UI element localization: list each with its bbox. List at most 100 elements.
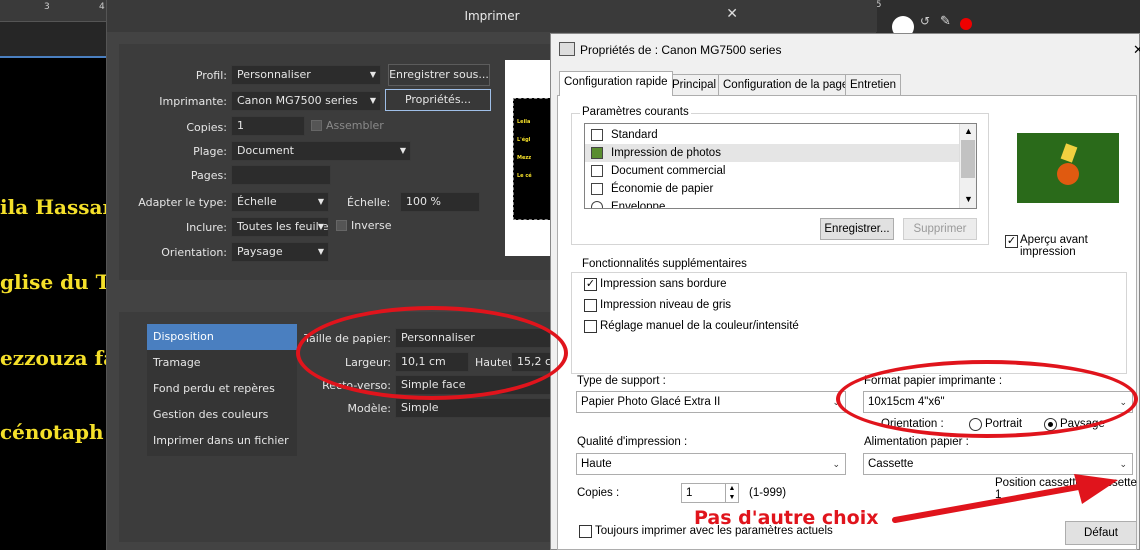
niveau-gris-checkbox[interactable] <box>584 299 597 312</box>
assembler-checkbox[interactable] <box>311 120 322 131</box>
list-item[interactable]: Document commercial <box>585 162 959 180</box>
scroll-up-icon[interactable]: ▲ <box>964 126 973 136</box>
fonctionnalites-label: Fonctionnalités supplémentaires <box>580 258 749 270</box>
copies-input[interactable]: 1 <box>231 116 305 136</box>
reglage-couleur-label: Réglage manuel de la couleur/intensité <box>600 320 799 332</box>
document-header <box>0 22 106 58</box>
list-item[interactable]: Standard <box>585 126 959 144</box>
highlight-ellipse <box>296 306 568 400</box>
chevron-down-icon: ⌄ <box>832 459 840 469</box>
eyedropper-icon[interactable]: ✎ <box>940 14 951 29</box>
pages-label: Pages: <box>190 169 227 182</box>
chevron-down-icon: ▼ <box>317 197 324 206</box>
niveau-gris-label: Impression niveau de gris <box>600 299 732 311</box>
chevron-down-icon: ▼ <box>317 218 324 236</box>
copies-stepper[interactable]: ▲ ▼ <box>725 484 738 502</box>
orientation-label: Orientation: <box>161 246 227 259</box>
apercu-checkbox[interactable]: ✓ <box>1005 235 1018 248</box>
preview-text: Mezz <box>517 155 532 161</box>
butterfly-icon <box>1060 143 1078 163</box>
echelle-input[interactable]: 100 % <box>400 192 480 212</box>
apercu-label: Aperçu avant impression <box>1020 234 1088 258</box>
echelle-label: Échelle: <box>347 196 391 209</box>
nav-item-fond-perdu[interactable]: Fond perdu et repères <box>147 376 297 402</box>
inclure-select[interactable]: Toutes les feuille ▼ <box>231 217 329 237</box>
type-support-label: Type de support : <box>577 375 666 387</box>
nav-item-couleurs[interactable]: Gestion des couleurs <box>147 402 297 428</box>
reglage-couleur-checkbox[interactable] <box>584 320 597 333</box>
list-item[interactable]: Impression de photos <box>585 144 959 162</box>
printer-select[interactable]: Canon MG7500 series ▼ <box>231 91 381 111</box>
category-nav: Disposition Tramage Fond perdu et repère… <box>147 324 297 456</box>
red-arrow-icon <box>892 474 1118 523</box>
supprimer-button[interactable]: Supprimer <box>903 218 977 240</box>
list-item[interactable]: Enveloppe <box>585 198 959 208</box>
nav-item-tramage[interactable]: Tramage <box>147 350 297 376</box>
scroll-down-icon[interactable]: ▼ <box>964 194 973 204</box>
qualite-label: Qualité d'impression : <box>577 436 688 448</box>
scroll-thumb[interactable] <box>961 140 975 178</box>
modele-select[interactable]: Simple <box>395 398 551 418</box>
list-item[interactable]: Économie de papier <box>585 180 959 198</box>
photo-preview <box>1017 133 1119 203</box>
paper-saving-icon <box>591 183 603 195</box>
highlight-ellipse <box>836 360 1138 438</box>
inverse-checkbox[interactable] <box>336 220 347 231</box>
qualite-select[interactable]: Haute ⌄ <box>576 453 846 475</box>
orientation-select[interactable]: Paysage ▼ <box>231 242 329 262</box>
document-text-line: ila Hassan <box>0 195 117 219</box>
background-document: 3 4 ila Hassan glise du T ezzouza fal cé… <box>0 0 124 550</box>
alimentation-label: Alimentation papier : <box>864 436 969 448</box>
save-as-button[interactable]: Enregistrer sous... <box>388 64 490 86</box>
chevron-down-icon: ▼ <box>369 96 376 105</box>
pages-input[interactable] <box>231 165 331 185</box>
copies-label: Copies: <box>186 121 227 134</box>
ruler: 3 4 <box>0 0 106 22</box>
tab-configuration-rapide[interactable]: Configuration rapide <box>559 71 673 96</box>
document-icon <box>591 165 603 177</box>
preview-text: Leila <box>517 119 531 125</box>
tab-entretien[interactable]: Entretien <box>845 74 902 96</box>
tab-principal[interactable]: Principal <box>667 74 722 96</box>
swap-colors-icon[interactable]: ↺ <box>920 14 930 28</box>
chevron-down-icon: ▼ <box>369 70 376 79</box>
dialog-title: Propriétés de : Canon MG7500 series <box>580 43 782 57</box>
flower-icon <box>1057 163 1079 185</box>
ruler-tick: 4 <box>99 2 105 12</box>
copies-label: Copies : <box>577 487 620 499</box>
type-support-select[interactable]: Papier Photo Glacé Extra II ⌄ <box>576 391 846 413</box>
print-preview: Leila L'égl Mezz Le cé <box>505 60 553 256</box>
params-list[interactable]: Standard Impression de photos Document c… <box>584 123 977 209</box>
document-text-line: cénotaph <box>0 420 104 444</box>
params-label: Paramètres courants <box>580 106 691 118</box>
imprimante-label: Imprimante: <box>159 95 227 108</box>
inclure-label: Inclure: <box>185 221 227 234</box>
assembler-label: Assembler <box>326 119 384 132</box>
sans-bordure-checkbox[interactable]: ✓ <box>584 278 597 291</box>
scrollbar[interactable]: ▲ ▼ <box>959 124 976 208</box>
dialog-title: Imprimer <box>107 0 877 32</box>
properties-button[interactable]: Propriétés... <box>385 89 491 111</box>
adapter-select[interactable]: Échelle ▼ <box>231 192 329 212</box>
modele-label: Modèle: <box>347 402 391 415</box>
red-color-icon[interactable] <box>960 18 972 30</box>
nav-item-disposition[interactable]: Disposition <box>147 324 297 350</box>
plage-select[interactable]: Document ▼ <box>231 141 411 161</box>
adapter-label: Adapter le type: <box>138 196 227 209</box>
document-icon <box>591 129 603 141</box>
printer-icon <box>559 42 575 56</box>
document-text-line: glise du T <box>0 270 111 294</box>
close-icon[interactable]: ✕ <box>726 6 738 22</box>
sans-bordure-label: Impression sans bordure <box>600 278 727 290</box>
enregistrer-button[interactable]: Enregistrer... <box>820 218 894 240</box>
preview-page: Leila L'égl Mezz Le cé <box>513 98 553 220</box>
nav-item-fichier[interactable]: Imprimer dans un fichier <box>147 428 297 454</box>
profil-label: Profil: <box>195 69 227 82</box>
chevron-down-icon: ▼ <box>399 146 406 155</box>
profil-select[interactable]: Personnaliser ▼ <box>231 65 381 85</box>
toujours-checkbox[interactable] <box>579 525 592 538</box>
copies-range: (1-999) <box>749 487 787 499</box>
tab-configuration-page[interactable]: Configuration de la page <box>718 74 854 96</box>
close-icon[interactable]: ✕ <box>1133 42 1140 58</box>
preview-text: L'égl <box>517 137 531 143</box>
